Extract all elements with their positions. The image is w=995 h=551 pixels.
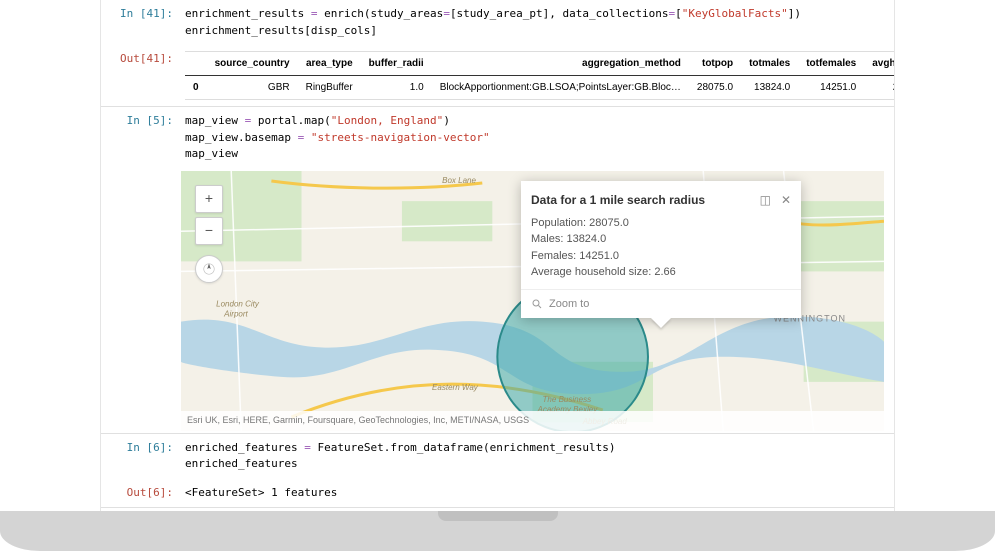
zoom-icon xyxy=(531,298,543,310)
label-airport: London City xyxy=(216,299,260,308)
dataframe-row-0: 0 GBR RingBuffer 1.0 BlockApportionment:… xyxy=(185,76,894,100)
map-controls: + − xyxy=(195,185,223,283)
out-prompt-6: Out[6]: xyxy=(101,479,181,508)
dataframe-header-row: source_country area_type buffer_radii ag… xyxy=(185,52,894,76)
code-cell-6: In [6]: enriched_features = FeatureSet.f… xyxy=(101,433,894,479)
popup-females: Females: 14251.0 xyxy=(531,248,791,265)
df-h-country: source_country xyxy=(207,52,298,76)
df-buffer: 1.0 xyxy=(361,76,432,100)
df-h-idx xyxy=(185,52,207,76)
code-cell-5: In [5]: map_view = portal.map("London, E… xyxy=(101,106,894,169)
df-idx: 0 xyxy=(185,76,207,100)
out-cell-6: Out[6]: <FeatureSet> 1 features xyxy=(101,479,894,508)
df-h-area: area_type xyxy=(298,52,361,76)
in-prompt-41: In [41]: xyxy=(101,0,181,45)
notebook-screen: In [41]: enrichment_results = enrich(stu… xyxy=(100,0,895,511)
label-eastern-way: Eastern Way xyxy=(432,382,479,391)
map-popup: Data for a 1 mile search radius ◫ ✕ Popu… xyxy=(521,181,801,319)
map-output-cell: RAINHAM WENNINGTON Box Lane Eastern Way … xyxy=(101,169,894,433)
popup-title: Data for a 1 mile search radius xyxy=(531,191,760,209)
df-area: RingBuffer xyxy=(298,76,361,100)
map-attribution: Esri UK, Esri, HERE, Garmin, Foursquare,… xyxy=(181,411,884,431)
close-icon[interactable]: ✕ xyxy=(781,191,791,209)
out-prompt-41: Out[41]: xyxy=(101,45,181,106)
laptop-base xyxy=(0,511,995,551)
df-h-avghhsz: avghhsz xyxy=(864,52,894,76)
dataframe-table: source_country area_type buffer_radii ag… xyxy=(185,51,894,100)
code-body-6[interactable]: enriched_features = FeatureSet.from_data… xyxy=(181,434,894,479)
zoom-in-button[interactable]: + xyxy=(195,185,223,213)
in-prompt-6: In [6]: xyxy=(101,434,181,479)
code-text-41: enrichment_results = enrich(study_areas=… xyxy=(185,7,801,37)
df-country: GBR xyxy=(207,76,298,100)
df-h-totfemales: totfemales xyxy=(798,52,864,76)
empty-prompt-map xyxy=(101,169,181,433)
popup-body: Population: 28075.0 Males: 13824.0 Femal… xyxy=(521,215,801,289)
popup-population: Population: 28075.0 xyxy=(531,215,791,232)
code-text-5: map_view = portal.map("London, England")… xyxy=(185,114,490,160)
zoom-to-label: Zoom to xyxy=(549,296,589,313)
laptop-frame: In [41]: enrichment_results = enrich(stu… xyxy=(0,0,995,551)
popup-hh: Average household size: 2.66 xyxy=(531,264,791,281)
label-box-lane: Box Lane xyxy=(442,176,476,185)
code-body-5[interactable]: map_view = portal.map("London, England")… xyxy=(181,107,894,169)
home-button[interactable] xyxy=(195,255,223,283)
zoom-out-button[interactable]: − xyxy=(195,217,223,245)
df-totmales: 13824.0 xyxy=(741,76,798,100)
code-body-41[interactable]: enrichment_results = enrich(study_areas=… xyxy=(181,0,894,45)
out-cell-41: Out[41]: source_country area_type buffer… xyxy=(101,45,894,106)
df-h-agg: aggregation_method xyxy=(432,52,689,76)
map-widget[interactable]: RAINHAM WENNINGTON Box Lane Eastern Way … xyxy=(181,171,884,431)
popup-footer[interactable]: Zoom to xyxy=(521,289,801,319)
code-text-6: enriched_features = FeatureSet.from_data… xyxy=(185,441,615,471)
df-avghhsz: 2.66 xyxy=(864,76,894,100)
out-body-6: <FeatureSet> 1 features xyxy=(181,479,894,508)
df-totfemales: 14251.0 xyxy=(798,76,864,100)
df-h-totmales: totmales xyxy=(741,52,798,76)
code-cell-41: In [41]: enrichment_results = enrich(stu… xyxy=(101,0,894,45)
compass-icon xyxy=(202,262,216,276)
svg-text:Airport: Airport xyxy=(223,309,248,318)
dataframe-output: source_country area_type buffer_radii ag… xyxy=(181,45,894,106)
popup-tail xyxy=(651,318,671,328)
popup-males: Males: 13824.0 xyxy=(531,231,791,248)
df-h-buffer: buffer_radii xyxy=(361,52,432,76)
df-totpop: 28075.0 xyxy=(689,76,741,100)
map-output-body: RAINHAM WENNINGTON Box Lane Eastern Way … xyxy=(181,169,894,433)
in-prompt-5: In [5]: xyxy=(101,107,181,169)
df-h-totpop: totpop xyxy=(689,52,741,76)
dock-icon[interactable]: ◫ xyxy=(760,191,771,209)
label-business: The Business xyxy=(543,394,592,403)
df-agg: BlockApportionment:GB.LSOA;PointsLayer:G… xyxy=(432,76,689,100)
